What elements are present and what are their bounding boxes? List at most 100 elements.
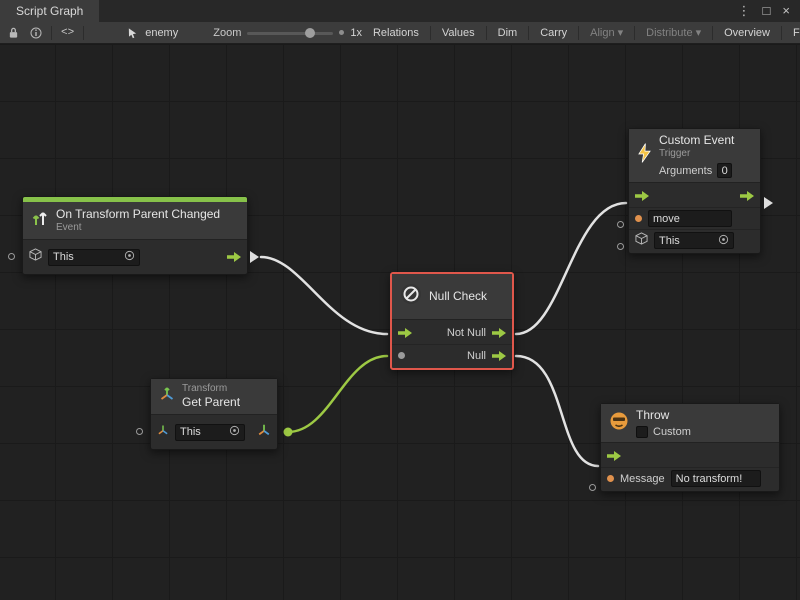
- zoom-thumb[interactable]: [305, 28, 315, 38]
- chevron-down-icon: ▾: [696, 26, 702, 39]
- connection-notnull-to-customevent[interactable]: [516, 203, 626, 334]
- trigger-input-port[interactable]: [607, 451, 621, 461]
- node-throw[interactable]: Throw Custom Message No: [600, 403, 780, 492]
- node-body: Not Null Null: [392, 320, 512, 368]
- values-label: Values: [442, 27, 475, 39]
- fullscreen-button[interactable]: Full Screen: [789, 27, 800, 39]
- throw-message-port-circle[interactable]: [589, 484, 596, 491]
- close-icon[interactable]: ×: [776, 0, 796, 22]
- carry-button[interactable]: Carry: [536, 27, 571, 39]
- fullscreen-label: Full Screen: [793, 27, 800, 39]
- object-picker-icon[interactable]: [229, 425, 240, 439]
- zoom-value: 1x: [350, 27, 362, 39]
- event-target-port-circle[interactable]: [8, 253, 15, 260]
- node-on-transform-parent-changed[interactable]: On Transform Parent Changed Event This: [22, 196, 248, 275]
- customevent-name-port-circle[interactable]: [617, 221, 624, 228]
- toolbar-separator: [83, 26, 84, 40]
- transform-event-icon: [31, 209, 49, 232]
- node-subtitle: Event: [56, 222, 220, 234]
- overview-button[interactable]: Overview: [720, 27, 774, 39]
- align-button[interactable]: Align ▾: [586, 26, 627, 39]
- info-icon[interactable]: [28, 27, 44, 39]
- node-title: Get Parent: [182, 395, 240, 410]
- gameobject-icon: [635, 232, 648, 250]
- target-field[interactable]: This: [654, 232, 734, 249]
- message-input-port[interactable]: [607, 475, 614, 482]
- dim-button[interactable]: Dim: [494, 27, 522, 39]
- toolbar-separator: [578, 26, 579, 40]
- event-name-field[interactable]: move: [648, 210, 732, 227]
- node-body: This: [151, 415, 277, 449]
- value-input-port[interactable]: [398, 352, 405, 359]
- connection-getparent-to-nullcheck[interactable]: [288, 356, 387, 432]
- target-value: This: [180, 426, 201, 438]
- null-check-icon: [400, 283, 422, 310]
- toolbar-separator: [430, 26, 431, 40]
- arguments-value: 0: [722, 165, 728, 177]
- node-title: Custom Event: [659, 133, 734, 148]
- code-view-icon[interactable]: <>: [59, 27, 76, 39]
- not-null-output-port[interactable]: [492, 328, 506, 338]
- node-header: Null Check: [392, 274, 512, 320]
- zoom-label: Zoom: [213, 27, 241, 39]
- relations-button[interactable]: Relations: [369, 27, 423, 39]
- lock-icon[interactable]: [6, 27, 21, 39]
- event-output-triangle[interactable]: [250, 251, 259, 263]
- target-value: This: [53, 251, 74, 263]
- transform-icon: [159, 386, 175, 407]
- node-header: On Transform Parent Changed Event: [23, 202, 247, 240]
- not-null-label: Not Null: [447, 327, 486, 339]
- cursor-icon: [125, 27, 140, 39]
- zoom-control: Zoom 1x: [213, 27, 362, 39]
- connection-null-to-throw[interactable]: [516, 356, 598, 466]
- graph-name-label: enemy: [145, 27, 178, 39]
- toolbar-separator: [528, 26, 529, 40]
- toolbar-separator: [712, 26, 713, 40]
- null-output-port[interactable]: [492, 351, 506, 361]
- graph-name-group: enemy: [125, 27, 178, 39]
- node-title: On Transform Parent Changed: [56, 207, 220, 222]
- toolbar-separator: [634, 26, 635, 40]
- trigger-input-port[interactable]: [635, 191, 649, 201]
- arguments-field[interactable]: 0: [717, 163, 732, 178]
- object-picker-icon[interactable]: [718, 234, 729, 248]
- window-menu-icon[interactable]: ⋮: [732, 0, 757, 22]
- node-header: Transform Get Parent: [151, 379, 277, 415]
- transform-output-port[interactable]: [257, 423, 271, 442]
- connection-event-to-nullcheck[interactable]: [261, 257, 387, 334]
- message-field[interactable]: No transform!: [671, 470, 761, 487]
- trigger-input-port[interactable]: [398, 328, 412, 338]
- target-field[interactable]: This: [48, 249, 140, 266]
- values-button[interactable]: Values: [438, 27, 479, 39]
- target-field[interactable]: This: [175, 424, 245, 441]
- dim-label: Dim: [498, 27, 518, 39]
- custom-checkbox[interactable]: [636, 426, 648, 438]
- node-get-parent[interactable]: Transform Get Parent This: [150, 378, 278, 450]
- graph-canvas[interactable]: On Transform Parent Changed Event This: [0, 44, 800, 600]
- name-input-port[interactable]: [635, 215, 642, 222]
- customevent-target-port-circle[interactable]: [617, 243, 624, 250]
- node-title: Null Check: [429, 289, 487, 304]
- zoom-track: [247, 32, 333, 35]
- customevent-output-triangle[interactable]: [764, 197, 773, 209]
- object-picker-icon[interactable]: [124, 250, 135, 264]
- distribute-button[interactable]: Distribute ▾: [642, 26, 705, 39]
- overview-label: Overview: [724, 27, 770, 39]
- window-controls: ⋮ □ ×: [732, 0, 800, 22]
- trigger-output-port[interactable]: [740, 191, 754, 201]
- maximize-icon[interactable]: □: [757, 0, 777, 22]
- align-label: Align: [590, 27, 614, 39]
- toolbar-separator: [781, 26, 782, 40]
- trigger-output-port[interactable]: [227, 252, 241, 262]
- node-null-check[interactable]: Null Check Not Null Null: [390, 272, 514, 370]
- node-subtitle: Trigger: [659, 148, 734, 160]
- node-body: Message No transform!: [601, 443, 779, 491]
- getparent-target-port-circle[interactable]: [136, 428, 143, 435]
- gameobject-icon: [29, 248, 42, 266]
- zoom-reset-dot[interactable]: [339, 30, 344, 35]
- transform-mini-icon: [157, 423, 169, 441]
- tab-script-graph[interactable]: Script Graph: [0, 0, 99, 22]
- message-label: Message: [620, 473, 665, 485]
- zoom-slider[interactable]: [247, 27, 333, 39]
- node-custom-event[interactable]: Custom Event Trigger Arguments 0: [628, 128, 761, 254]
